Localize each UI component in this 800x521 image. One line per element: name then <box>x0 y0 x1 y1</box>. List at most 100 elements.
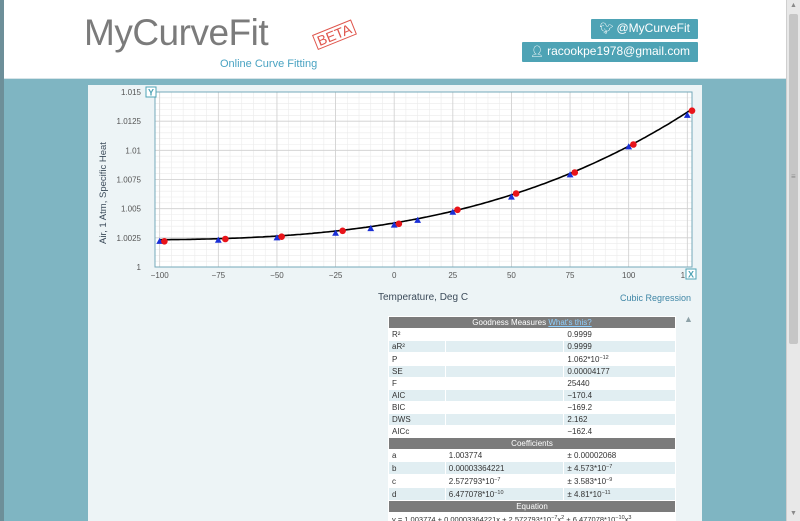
coefficient-name: b <box>388 461 446 475</box>
y-tick-labels: 1 1.0025 1.005 1.0075 1.01 1.0125 1.015 <box>117 88 142 272</box>
measure-value-exponent: −12 <box>599 355 609 361</box>
x-tick-label: 25 <box>448 271 457 280</box>
coefficients-header-row: Coefficients <box>388 437 676 450</box>
goodness-row: BIC −169.2 <box>388 401 676 414</box>
spacer-cell <box>444 401 565 414</box>
y-axis-label: Air, 1 Atm, Specific Heat <box>98 142 109 244</box>
goodness-row: P 1.062*10−12 <box>388 352 676 366</box>
measure-name: P <box>388 352 446 366</box>
measure-value-base: 1.062*10 <box>567 355 600 364</box>
goodness-header-row: Goodness Measures What's this? <box>388 316 676 329</box>
coefficient-name: d <box>388 487 446 501</box>
x-badge-label: X <box>688 270 694 280</box>
vertical-scrollbar[interactable]: ▲ ≡ ▼ <box>786 0 800 521</box>
measure-name: SE <box>388 365 446 378</box>
measure-name: AICc <box>388 425 446 438</box>
x-tick-label: 50 <box>507 271 516 280</box>
equation-part: + 6.477078*10 <box>564 515 616 521</box>
equation-part: −10 <box>615 515 625 521</box>
y-tick-label: 1.0025 <box>117 234 142 243</box>
y-tick-label: 1.01 <box>125 146 141 155</box>
series-1-circle-point <box>278 233 285 240</box>
series-1-circle-point <box>161 238 168 245</box>
x-tick-label: −50 <box>270 271 284 280</box>
measure-name: DWS <box>388 413 446 426</box>
coefficient-value: 0.00003364221 <box>444 461 565 475</box>
site-header: MyCurveFit BETA Online Curve Fitting 🐦︎ @… <box>4 0 786 79</box>
x-tick-label: −75 <box>212 271 226 280</box>
measure-value: 0.00004177 <box>563 365 676 378</box>
regression-type-label[interactable]: Cubic Regression <box>620 293 691 303</box>
spacer-cell <box>444 377 565 390</box>
site-logo[interactable]: MyCurveFit BETA Online Curve Fitting <box>84 12 384 74</box>
whats-this-link[interactable]: What's this? <box>548 318 591 327</box>
coefficient-name: c <box>388 474 446 488</box>
collapse-up-icon[interactable]: ▲ <box>684 314 693 324</box>
series-1-circle-point <box>630 141 637 148</box>
y-badge-label: Y <box>148 88 154 98</box>
x-axis-label: Temperature, Deg C <box>378 292 469 303</box>
logo-text: MyCurveFit <box>84 12 269 53</box>
beta-badge: BETA <box>312 19 357 50</box>
goodness-title: Goodness Measures <box>472 318 547 327</box>
spacer-cell <box>444 328 565 341</box>
x-tick-label: 100 <box>622 271 636 280</box>
spacer-cell <box>444 413 565 426</box>
scroll-up-icon[interactable]: ▲ <box>790 2 797 9</box>
coefficient-value: 2.572793*10−7 <box>444 474 565 488</box>
coefficient-value-base: 2.572793*10 <box>448 477 495 486</box>
x-tick-label: −100 <box>151 271 170 280</box>
series-1-circle-point <box>454 206 461 214</box>
series-1-circle-point <box>688 107 696 114</box>
coefficients-header: Coefficients <box>388 437 676 450</box>
measure-value: 0.9999 <box>563 328 676 341</box>
x-tick-labels: −100−75−50−250255075100125 <box>151 271 695 280</box>
coefficient-error-base: ± 3.583*10 <box>567 477 607 486</box>
y-axis-badge[interactable]: Y <box>145 86 157 98</box>
coefficient-error-exponent: −7 <box>606 464 613 470</box>
measure-value: −169.2 <box>563 401 676 414</box>
goodness-row: F 25440 <box>388 377 676 390</box>
measure-value: −170.4 <box>563 389 676 402</box>
x-axis-badge[interactable]: X <box>685 268 697 280</box>
scroll-down-icon[interactable]: ▼ <box>790 510 797 517</box>
measure-name: R² <box>388 328 446 341</box>
logo-subtitle: Online Curve Fitting <box>220 58 318 70</box>
account-button[interactable]: 👤︎ racookpe1978@gmail.com <box>522 42 698 62</box>
coefficient-error-exponent: −9 <box>606 477 613 483</box>
coefficient-error-exponent: −11 <box>601 490 611 496</box>
account-email: racookpe1978@gmail.com <box>547 44 690 58</box>
series-1-circle-point <box>571 169 579 176</box>
y-tick-label: 1 <box>137 263 142 272</box>
measure-name: aR² <box>388 340 446 353</box>
measure-name: BIC <box>388 401 446 414</box>
goodness-row: DWS 2.162 <box>388 413 676 426</box>
y-tick-label: 1.0125 <box>117 117 142 126</box>
equation-header-row: Equation <box>388 500 676 513</box>
x-tick-label: 0 <box>392 271 397 280</box>
equation-part: y = 1.003774 + 0.00003364221x + 2.572793… <box>392 515 552 521</box>
fit-chart[interactable]: 1 1.0025 1.005 1.0075 1.01 1.0125 1.015 −100 −7… <box>88 85 702 310</box>
coefficient-value: 6.477078*10−10 <box>444 487 565 501</box>
spacer-cell <box>444 365 565 378</box>
coefficient-error: ± 3.583*10−9 <box>563 474 676 488</box>
series-1-circle-point <box>222 235 229 243</box>
twitter-bird-icon: 🐦︎ <box>599 23 614 35</box>
coefficient-value: 1.003774 <box>444 449 565 462</box>
spacer-cell <box>444 389 565 402</box>
coefficient-error: ± 0.00002068 <box>563 449 676 462</box>
results-panel: 1 1.0025 1.005 1.0075 1.01 1.0125 1.015 −100 −7… <box>88 85 702 521</box>
goodness-row: AICc −162.4 <box>388 425 676 438</box>
series-1-circle-point <box>339 227 346 235</box>
goodness-row: aR² 0.9999 <box>388 340 676 353</box>
coefficient-error-base: ± 4.573*10 <box>567 464 607 473</box>
twitter-button[interactable]: 🐦︎ @MyCurveFit <box>591 19 698 39</box>
measure-value: 0.9999 <box>563 340 676 353</box>
coefficient-row: d 6.477078*10−10 ± 4.81*10−11 <box>388 487 676 501</box>
coefficient-error: ± 4.573*10−7 <box>563 461 676 475</box>
measure-name: AIC <box>388 389 446 402</box>
coefficient-row: b 0.00003364221 ± 4.573*10−7 <box>388 461 676 475</box>
equation-text[interactable]: y = 1.003774 + 0.00003364221x + 2.572793… <box>388 512 676 521</box>
user-icon: 👤︎ <box>530 46 545 58</box>
coefficient-row: a 1.003774 ± 0.00002068 <box>388 449 676 462</box>
